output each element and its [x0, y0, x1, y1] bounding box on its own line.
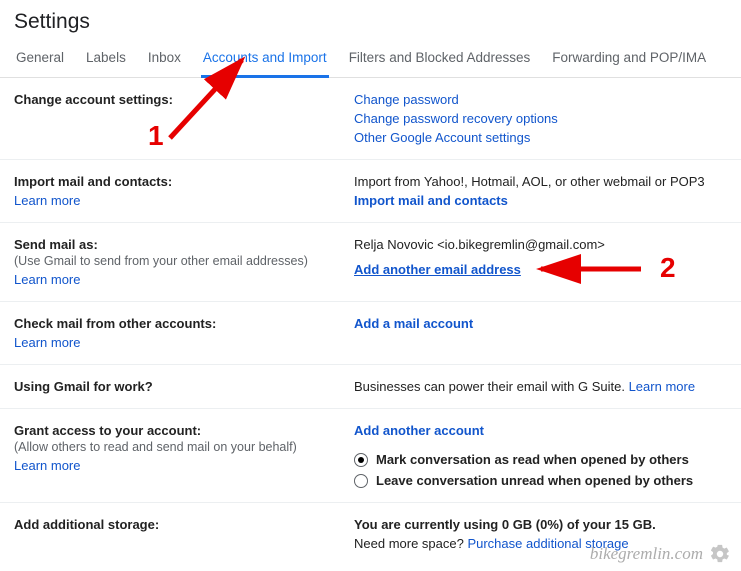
- link-learn-more[interactable]: Learn more: [14, 272, 334, 287]
- link-learn-more[interactable]: Learn more: [629, 379, 695, 394]
- link-learn-more[interactable]: Learn more: [14, 458, 334, 473]
- link-add-another-account[interactable]: Add another account: [354, 423, 727, 438]
- tab-general[interactable]: General: [14, 40, 66, 78]
- tab-labels[interactable]: Labels: [84, 40, 128, 78]
- section-title: Send mail as:: [14, 237, 334, 252]
- tab-inbox[interactable]: Inbox: [146, 40, 183, 78]
- watermark: bikegremlin.com: [590, 543, 731, 565]
- work-desc: Businesses can power their email with G …: [354, 379, 629, 394]
- link-change-recovery[interactable]: Change password recovery options: [354, 111, 727, 126]
- import-desc: Import from Yahoo!, Hotmail, AOL, or oth…: [354, 174, 727, 189]
- section-title: Add additional storage:: [14, 517, 334, 532]
- link-learn-more[interactable]: Learn more: [14, 335, 334, 350]
- section-send-as: Send mail as: (Use Gmail to send from yo…: [0, 223, 741, 302]
- link-add-email[interactable]: Add another email address: [354, 262, 727, 277]
- section-change-account: Change account settings: Change password…: [0, 78, 741, 160]
- watermark-text: bikegremlin.com: [590, 544, 703, 564]
- tab-filters-blocked[interactable]: Filters and Blocked Addresses: [347, 40, 533, 78]
- tab-accounts-import[interactable]: Accounts and Import: [201, 40, 329, 78]
- section-sub: (Use Gmail to send from your other email…: [14, 254, 334, 268]
- radio-leave-unread[interactable]: [354, 474, 368, 488]
- section-gmail-work: Using Gmail for work? Businesses can pow…: [0, 365, 741, 409]
- section-title: Using Gmail for work?: [14, 379, 334, 394]
- link-change-password[interactable]: Change password: [354, 92, 727, 107]
- section-title: Import mail and contacts:: [14, 174, 334, 189]
- gear-icon: [709, 543, 731, 565]
- section-import-mail: Import mail and contacts: Learn more Imp…: [0, 160, 741, 223]
- section-check-mail: Check mail from other accounts: Learn mo…: [0, 302, 741, 365]
- tab-forwarding-pop[interactable]: Forwarding and POP/IMA: [550, 40, 708, 78]
- storage-need-more: Need more space?: [354, 536, 467, 551]
- section-sub: (Allow others to read and send mail on y…: [14, 440, 334, 454]
- page-title: Settings: [0, 0, 741, 40]
- link-learn-more[interactable]: Learn more: [14, 193, 334, 208]
- settings-tabs: General Labels Inbox Accounts and Import…: [0, 40, 741, 78]
- section-title: Grant access to your account:: [14, 423, 334, 438]
- section-grant-access: Grant access to your account: (Allow oth…: [0, 409, 741, 503]
- radio-label: Leave conversation unread when opened by…: [376, 473, 693, 488]
- radio-mark-read[interactable]: [354, 453, 368, 467]
- storage-usage: You are currently using 0 GB (0%) of you…: [354, 517, 727, 532]
- link-add-mail-account[interactable]: Add a mail account: [354, 316, 727, 331]
- radio-label: Mark conversation as read when opened by…: [376, 452, 689, 467]
- settings-sections: Change account settings: Change password…: [0, 78, 741, 565]
- section-title: Check mail from other accounts:: [14, 316, 334, 331]
- link-other-settings[interactable]: Other Google Account settings: [354, 130, 727, 145]
- send-as-identity: Relja Novovic <io.bikegremlin@gmail.com>: [354, 237, 727, 252]
- section-title: Change account settings:: [14, 92, 334, 107]
- link-import-mail[interactable]: Import mail and contacts: [354, 193, 727, 208]
